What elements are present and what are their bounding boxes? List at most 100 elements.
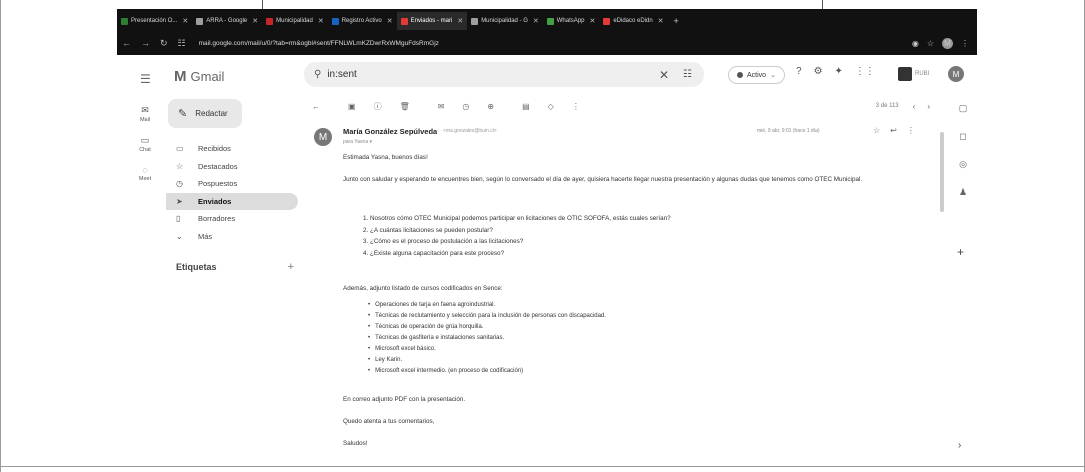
tab-favicon-icon	[546, 17, 554, 25]
help-icon[interactable]: ?	[796, 66, 802, 77]
chat-icon: ▭	[140, 135, 150, 145]
gmail-m-icon: M	[174, 68, 187, 85]
search-bar[interactable]: ⚲ in:sent ✕ ☷	[304, 62, 704, 87]
recipient-line[interactable]: para Yasna ▾	[343, 139, 372, 145]
mail-icon: ✉	[141, 105, 149, 115]
tab-favicon-icon	[121, 17, 128, 25]
star-icon[interactable]: ☆	[873, 126, 880, 135]
gemini-sparkle-icon[interactable]: ✦	[835, 66, 843, 77]
sidebar-item-inbox[interactable]: ▭ Recibidos	[166, 140, 298, 158]
tab-favicon-icon	[603, 17, 611, 25]
browser-tab[interactable]: eDidaco eDidn ✕	[599, 12, 667, 30]
browser-tab[interactable]: ARRA - Google ✕	[192, 12, 262, 30]
label-icon[interactable]: ◇	[548, 102, 554, 111]
sidebar-nav: ▭ Recibidos ☆ Destacados ◷ Pospuestos ➤ Envi…	[166, 140, 298, 245]
new-tab-icon[interactable]: +	[674, 16, 679, 26]
keep-icon[interactable]: ◻	[956, 131, 970, 159]
search-icon[interactable]: ⚲	[314, 69, 321, 80]
rail-item-chat[interactable]: ▭ Chat	[132, 135, 158, 153]
header-actions: ? ⚙ ✦ ⋮⋮	[796, 66, 887, 77]
tab-close-icon[interactable]: ✕	[318, 17, 324, 25]
org-logo-icon	[898, 67, 912, 81]
sidebar-item-drafts[interactable]: ▯ Borradores	[166, 210, 298, 228]
browser-tab[interactable]: Registro Activo ✕	[328, 12, 397, 30]
org-badge[interactable]: RUBI	[898, 66, 940, 82]
chevron-down-icon: ⌄	[770, 72, 776, 79]
sidebar-item-starred[interactable]: ☆ Destacados	[166, 158, 298, 176]
browser-tab[interactable]: Municipalidad - G ✕	[467, 12, 543, 30]
reply-icon[interactable]: ↩	[890, 126, 897, 135]
side-panel: ▢ ◻ ◎ ♟	[956, 103, 970, 215]
more-options-icon[interactable]: ⋮	[572, 102, 580, 111]
search-input[interactable]: in:sent	[327, 69, 356, 80]
sidebar-item-more[interactable]: ⌄ Más	[166, 228, 298, 246]
message-sign-off: Saludos!	[343, 440, 368, 447]
message-scrollbar[interactable]	[940, 132, 944, 212]
rail-item-meet[interactable]: ◌ Meet	[132, 165, 158, 182]
tab-close-icon[interactable]: ✕	[589, 17, 595, 25]
add-task-icon[interactable]: ⊕	[487, 102, 494, 111]
settings-gear-icon[interactable]: ⚙	[814, 66, 823, 77]
tab-favicon-icon	[400, 17, 408, 25]
more-options-icon[interactable]: ⋮	[907, 126, 915, 135]
get-addons-icon[interactable]: +	[957, 245, 964, 259]
url-field[interactable]: mail.google.com/mail/u/0/?tab=rm&ogbl#se…	[199, 40, 439, 47]
list-item: Ley Karin.	[368, 357, 928, 368]
list-item: Microsoft excel básico.	[368, 346, 928, 357]
newer-icon[interactable]: ‹	[913, 102, 916, 111]
status-dot-icon	[737, 72, 743, 78]
snooze-icon[interactable]: ◷	[462, 102, 469, 111]
search-options-icon[interactable]: ☷	[683, 69, 692, 80]
bookmark-star-icon[interactable]: ☆	[927, 39, 934, 48]
tab-close-icon[interactable]: ✕	[387, 17, 393, 25]
sidebar-item-sent[interactable]: ➤ Enviados	[166, 192, 298, 210]
browser-profile-avatar[interactable]: M	[942, 37, 953, 49]
questions-list: 1. Nosotros cómo OTEC Municipal podemos …	[363, 215, 923, 261]
back-arrow-icon[interactable]: ←	[312, 102, 320, 111]
mark-unread-icon[interactable]: ✉	[438, 102, 445, 111]
add-label-icon[interactable]: +	[288, 261, 294, 273]
archive-icon[interactable]: ▣	[348, 102, 356, 111]
courses-list: Operaciones de tarja en faena agroindust…	[368, 302, 928, 379]
browser-menu-icon[interactable]: ⋮	[961, 39, 969, 48]
app-rail: ✉ Mail ▭ Chat ◌ Meet	[132, 105, 158, 194]
tab-close-icon[interactable]: ✕	[182, 17, 188, 25]
apps-grid-icon[interactable]: ⋮⋮	[855, 66, 875, 77]
list-item: 1. Nosotros cómo OTEC Municipal podemos …	[363, 215, 671, 222]
gmail-logo[interactable]: M Gmail	[174, 68, 224, 85]
tasks-icon[interactable]: ◎	[956, 159, 970, 187]
compose-button[interactable]: ✎ Redactar	[168, 99, 242, 128]
rail-item-mail[interactable]: ✉ Mail	[132, 105, 158, 123]
tab-close-icon[interactable]: ✕	[457, 17, 463, 25]
tab-close-icon[interactable]: ✕	[252, 17, 258, 25]
contacts-icon[interactable]: ♟	[956, 187, 970, 215]
tab-close-icon[interactable]: ✕	[658, 17, 664, 25]
address-bar-actions: ◉ ☆ M ⋮	[904, 37, 969, 49]
main-menu-icon[interactable]: ☰	[140, 72, 151, 86]
expand-panel-icon[interactable]: ›	[958, 440, 961, 451]
sidebar-item-snoozed[interactable]: ◷ Pospuestos	[166, 175, 298, 193]
reload-icon[interactable]: ↻	[160, 38, 168, 49]
sender-name[interactable]: María González Sepúlveda	[343, 127, 437, 136]
tab-favicon-icon	[331, 17, 339, 25]
status-selector[interactable]: Activo ⌄	[728, 66, 785, 84]
calendar-icon[interactable]: ▢	[956, 103, 970, 131]
back-icon[interactable]: ←	[122, 38, 131, 48]
tab-close-icon[interactable]: ✕	[533, 17, 539, 25]
browser-tab[interactable]: WhatsApp ✕	[543, 12, 600, 30]
delete-icon[interactable]: 🗑	[400, 102, 410, 111]
draft-icon: ▯	[176, 214, 181, 224]
move-to-icon[interactable]: ▤	[522, 102, 530, 111]
site-info-icon[interactable]: ☷	[178, 38, 186, 49]
account-avatar[interactable]: M	[948, 66, 964, 82]
older-icon[interactable]: ›	[927, 102, 930, 111]
eye-icon[interactable]: ◉	[912, 39, 919, 48]
browser-tab[interactable]: Presentación O... ✕	[117, 12, 192, 30]
frame-bottom-border	[0, 466, 1085, 467]
forward-icon[interactable]: →	[141, 38, 150, 48]
message-count: 3 de 113	[875, 103, 899, 109]
browser-tab-active[interactable]: Enviados - mari ✕	[396, 12, 468, 30]
clear-search-icon[interactable]: ✕	[659, 68, 669, 82]
report-spam-icon[interactable]: ⓘ	[374, 101, 382, 112]
browser-tab[interactable]: Municipalidad ✕	[262, 12, 328, 30]
